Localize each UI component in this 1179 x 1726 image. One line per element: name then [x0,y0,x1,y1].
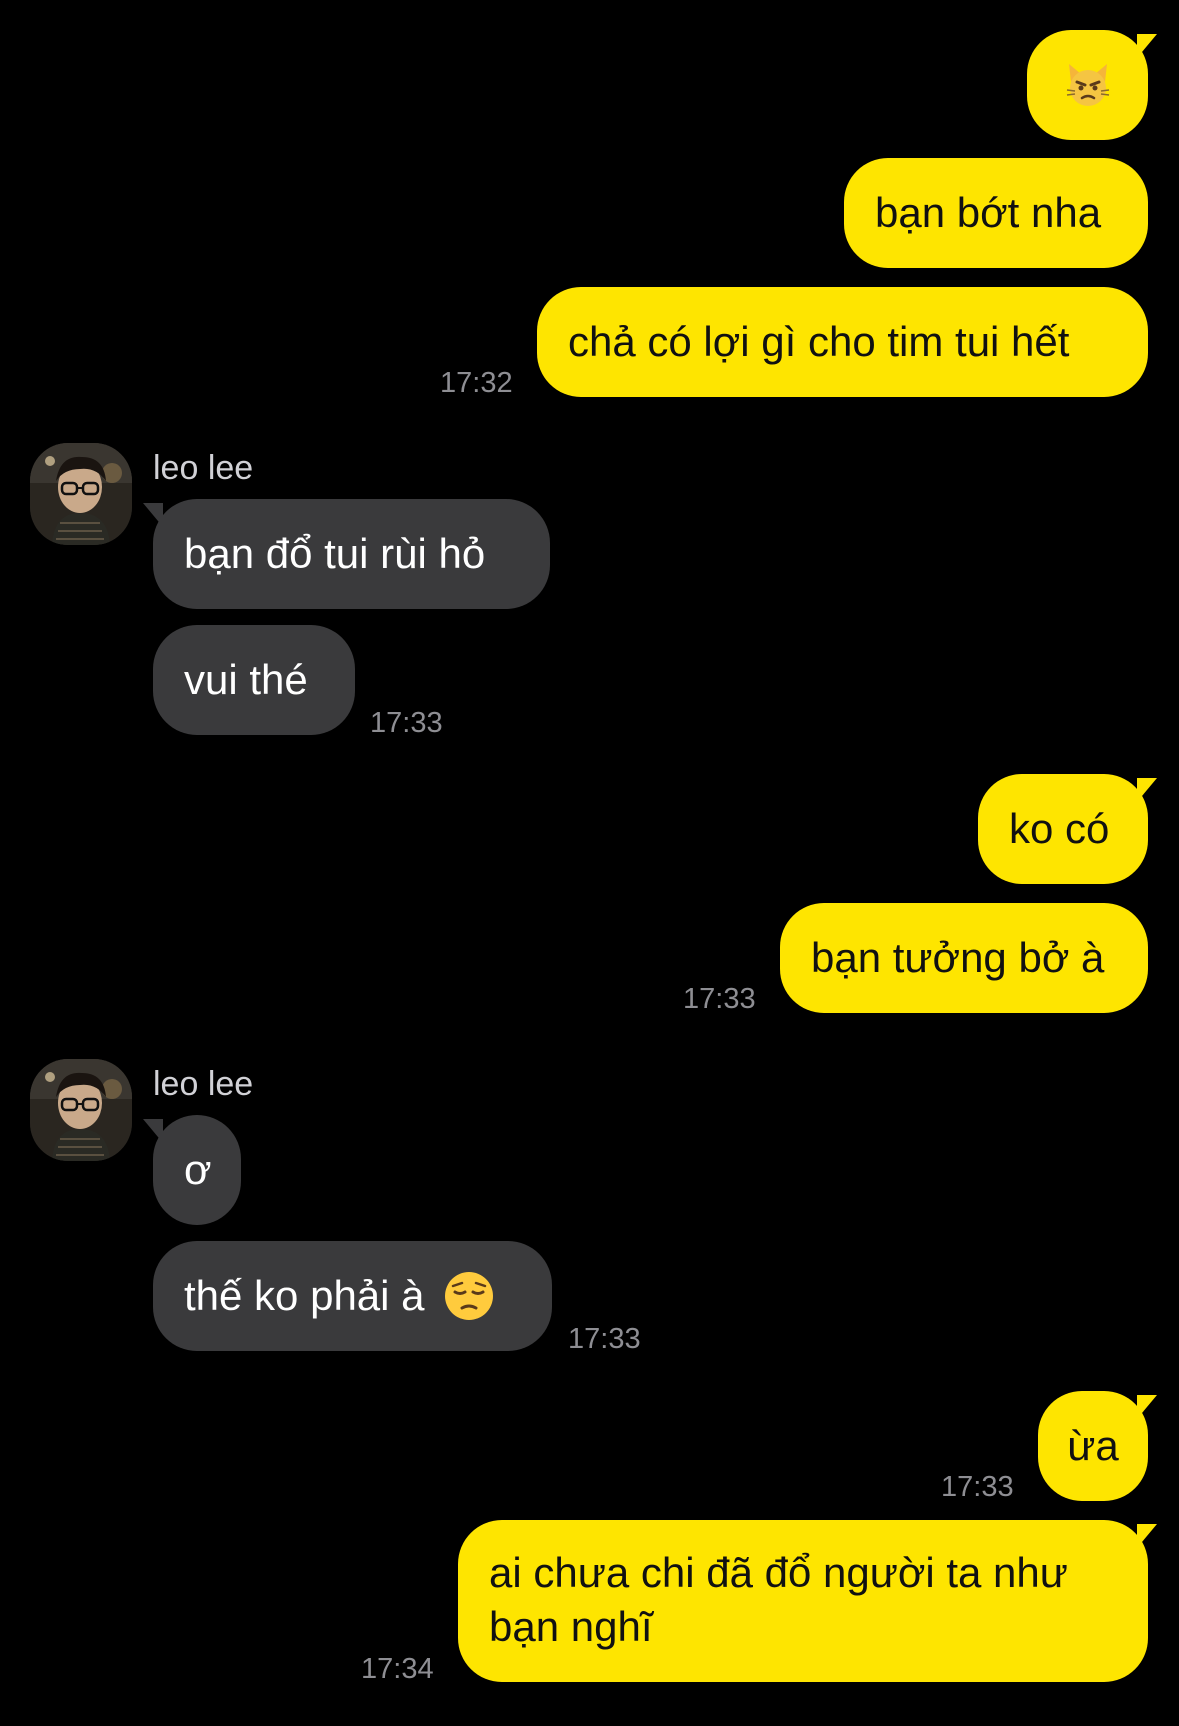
message-timestamp: 17:33 [568,1323,641,1355]
incoming-message-bubble[interactable]: vui thé [153,625,355,735]
message-text: thế ko phải à [184,1272,425,1319]
contact-avatar[interactable] [30,1059,132,1161]
bubble-tail [1137,34,1157,58]
outgoing-message-bubble[interactable]: bạn tưởng bở à [780,903,1148,1013]
message-text: ai chưa chi đã đổ người ta như bạn nghĩ [489,1549,1068,1650]
incoming-message-bubble[interactable]: thế ko phải à [153,1241,552,1351]
message-text: chả có lợi gì cho tim tui hết [568,318,1070,365]
avatar-photo [30,1059,132,1161]
outgoing-message-bubble[interactable]: ko có [978,774,1148,884]
message-timestamp: 17:32 [440,367,513,399]
bubble-tail [1137,1524,1157,1548]
bubble-tail [143,1119,163,1143]
bubble-tail [1137,778,1157,802]
message-timestamp: 17:34 [361,1653,434,1685]
message-timestamp: 17:33 [370,707,443,739]
incoming-message-bubble[interactable]: bạn đổ tui rùi hỏ [153,499,550,609]
sender-name: leo lee [153,449,254,487]
message-text: ừa [1067,1422,1119,1469]
pouting-cat-emoji-icon [1066,64,1109,106]
avatar-photo [30,443,132,545]
outgoing-message-bubble[interactable]: chả có lợi gì cho tim tui hết [537,287,1148,397]
incoming-message-bubble[interactable]: ơ [153,1115,241,1225]
pensive-face-emoji-icon [444,1272,493,1320]
message-text: bạn bớt nha [875,189,1102,236]
contact-avatar[interactable] [30,443,132,545]
sender-name: leo lee [153,1065,254,1103]
outgoing-message-bubble[interactable] [1027,30,1148,140]
message-timestamp: 17:33 [683,983,756,1015]
bubble-tail [1137,1395,1157,1419]
message-text: ko có [1009,805,1110,852]
outgoing-message-bubble[interactable]: ừa [1038,1391,1148,1501]
message-text: ơ [184,1146,212,1193]
message-text: bạn đổ tui rùi hỏ [184,530,486,577]
message-text: bạn tưởng bở à [811,934,1105,981]
outgoing-message-bubble[interactable]: ai chưa chi đã đổ người ta như bạn nghĩ [458,1520,1148,1682]
message-timestamp: 17:33 [941,1471,1014,1503]
message-text: vui thé [184,656,308,703]
outgoing-message-bubble[interactable]: bạn bớt nha [844,158,1148,268]
bubble-tail [143,503,163,527]
